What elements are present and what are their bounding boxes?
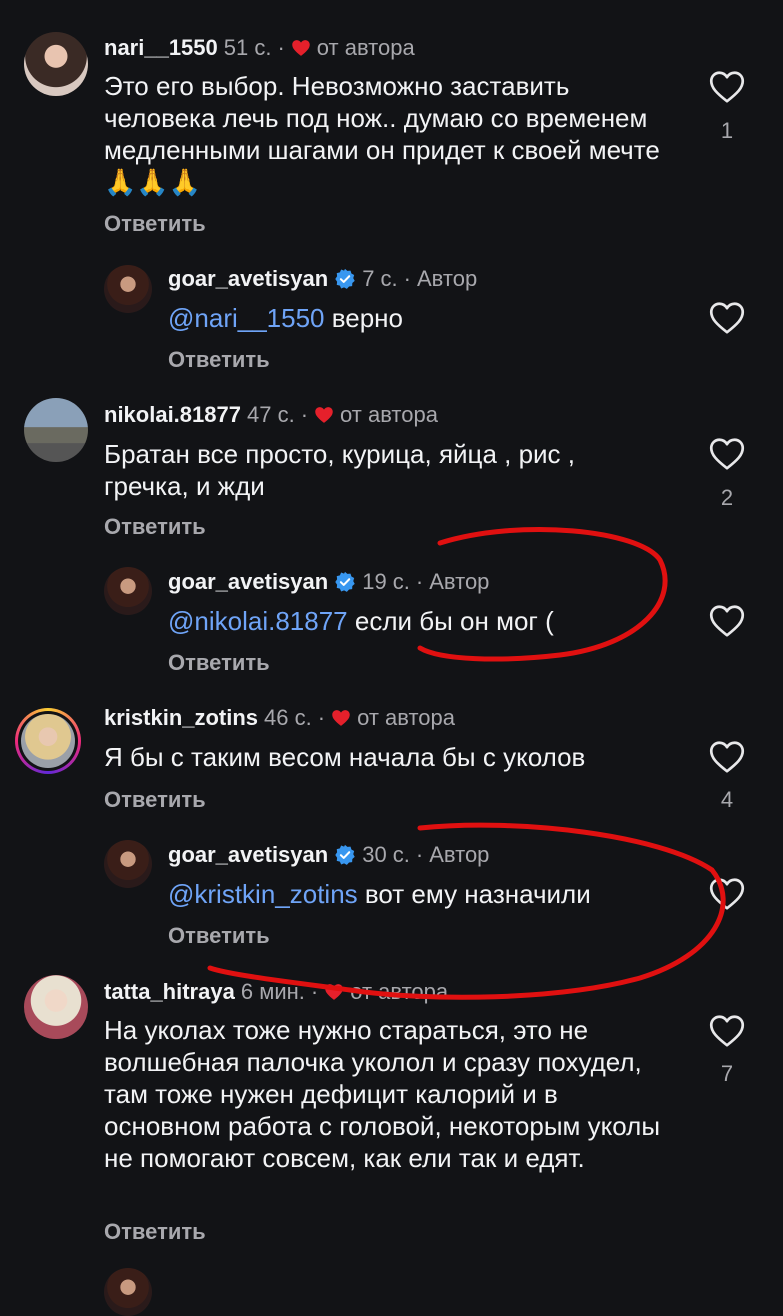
author-role: Автор — [429, 842, 490, 867]
avatar[interactable] — [24, 398, 88, 462]
like-heart-icon[interactable] — [709, 740, 745, 774]
timestamp: 51 с. — [223, 35, 272, 60]
avatar[interactable] — [24, 975, 88, 1039]
comment-body: если бы он мог ( — [347, 606, 554, 636]
author-role: Автор — [417, 266, 478, 291]
story-ring[interactable] — [15, 708, 81, 774]
author-heart-icon — [314, 405, 334, 425]
timestamp: 19 с. — [362, 569, 410, 594]
like-heart-icon[interactable] — [709, 604, 745, 638]
username[interactable]: goar_avetisyan — [168, 569, 328, 595]
reply-button[interactable]: Ответить — [168, 347, 270, 373]
username[interactable]: nikolai.81877 — [104, 402, 241, 428]
like-heart-icon[interactable] — [709, 437, 745, 471]
reply-button[interactable]: Ответить — [104, 787, 206, 813]
like-count: 7 — [720, 1061, 734, 1086]
author-like-label: от автора — [340, 402, 438, 427]
like-count: 1 — [720, 118, 734, 143]
author-like-label: от автора — [357, 705, 455, 730]
timestamp: 6 мин. — [240, 979, 305, 1004]
timestamp: 7 с. — [362, 266, 398, 291]
comment-meta: nari__1550 51 с. · от автора — [104, 35, 415, 61]
like-count: 4 — [720, 787, 734, 812]
comment-text: Братан все просто, курица, яйца , рис , … — [104, 439, 576, 501]
like-heart-icon[interactable] — [709, 1014, 745, 1048]
username[interactable]: goar_avetisyan — [168, 842, 328, 868]
like-heart-icon[interactable] — [709, 877, 745, 911]
separator-dot: · — [300, 402, 309, 427]
mention-link[interactable]: @nikolai.81877 — [168, 606, 348, 636]
comment-body: вот ему назначили — [357, 879, 591, 909]
comment-meta: goar_avetisyan 19 с. · Автор — [168, 569, 489, 595]
timestamp: 47 с. — [246, 402, 295, 427]
verified-badge-icon — [334, 571, 356, 593]
username[interactable]: goar_avetisyan — [168, 266, 328, 292]
timestamp: 46 с. — [264, 705, 312, 730]
reply-button[interactable]: Ответить — [104, 211, 206, 237]
comment-text: Это его выбор. Невозможно заставить чело… — [104, 71, 660, 197]
separator-dot: · — [403, 266, 411, 291]
comment-meta: nikolai.81877 47 с. · от автора — [104, 402, 438, 428]
comment-text: На уколах тоже нужно стараться, это не в… — [104, 1015, 661, 1173]
comment-meta: goar_avetisyan 30 с. · Автор — [168, 842, 489, 868]
username[interactable]: tatta_hitraya — [104, 979, 235, 1005]
author-heart-icon — [324, 982, 344, 1002]
comment-body: верно — [324, 303, 403, 333]
comment-text: @kristkin_zotins вот ему назначили — [168, 878, 688, 910]
separator-dot: · — [415, 569, 424, 594]
separator-dot: · — [277, 35, 285, 60]
separator-dot: · — [310, 979, 319, 1004]
avatar — [21, 714, 75, 768]
author-like-label: от автора — [350, 979, 449, 1004]
comment-text: Я бы с таким весом начала бы с уколов — [104, 742, 586, 772]
author-role: Автор — [429, 569, 490, 594]
comment-meta: kristkin_zotins 46 с. · от автора — [104, 705, 455, 731]
avatar[interactable] — [104, 1268, 152, 1316]
reply-button[interactable]: Ответить — [168, 650, 270, 676]
like-count: 2 — [720, 485, 734, 510]
author-like-label: от автора — [316, 35, 415, 60]
comment-meta: goar_avetisyan 7 с. · Автор — [168, 266, 477, 292]
avatar[interactable] — [24, 32, 88, 96]
author-heart-icon — [291, 38, 311, 58]
avatar[interactable] — [104, 567, 152, 615]
like-heart-icon[interactable] — [709, 70, 745, 104]
mention-link[interactable]: @nari__1550 — [168, 303, 325, 333]
separator-dot: · — [317, 705, 326, 730]
username[interactable]: kristkin_zotins — [104, 705, 258, 731]
mention-link[interactable]: @kristkin_zotins — [168, 879, 358, 909]
author-heart-icon — [331, 708, 351, 728]
comment-text: @nari__1550 верно — [168, 302, 688, 334]
avatar[interactable] — [104, 840, 152, 888]
reply-button[interactable]: Ответить — [104, 514, 206, 540]
reply-button[interactable]: Ответить — [168, 923, 270, 949]
avatar[interactable] — [104, 265, 152, 313]
comment-text: @nikolai.81877 если бы он мог ( — [168, 605, 688, 637]
timestamp: 30 с. — [362, 842, 410, 867]
username[interactable]: nari__1550 — [104, 35, 218, 61]
reply-button[interactable]: Ответить — [104, 1219, 206, 1245]
comment-meta: tatta_hitraya 6 мин. · от автора — [104, 979, 448, 1005]
separator-dot: · — [415, 842, 424, 867]
verified-badge-icon — [334, 268, 356, 290]
like-heart-icon[interactable] — [709, 301, 745, 335]
verified-badge-icon — [334, 844, 356, 866]
